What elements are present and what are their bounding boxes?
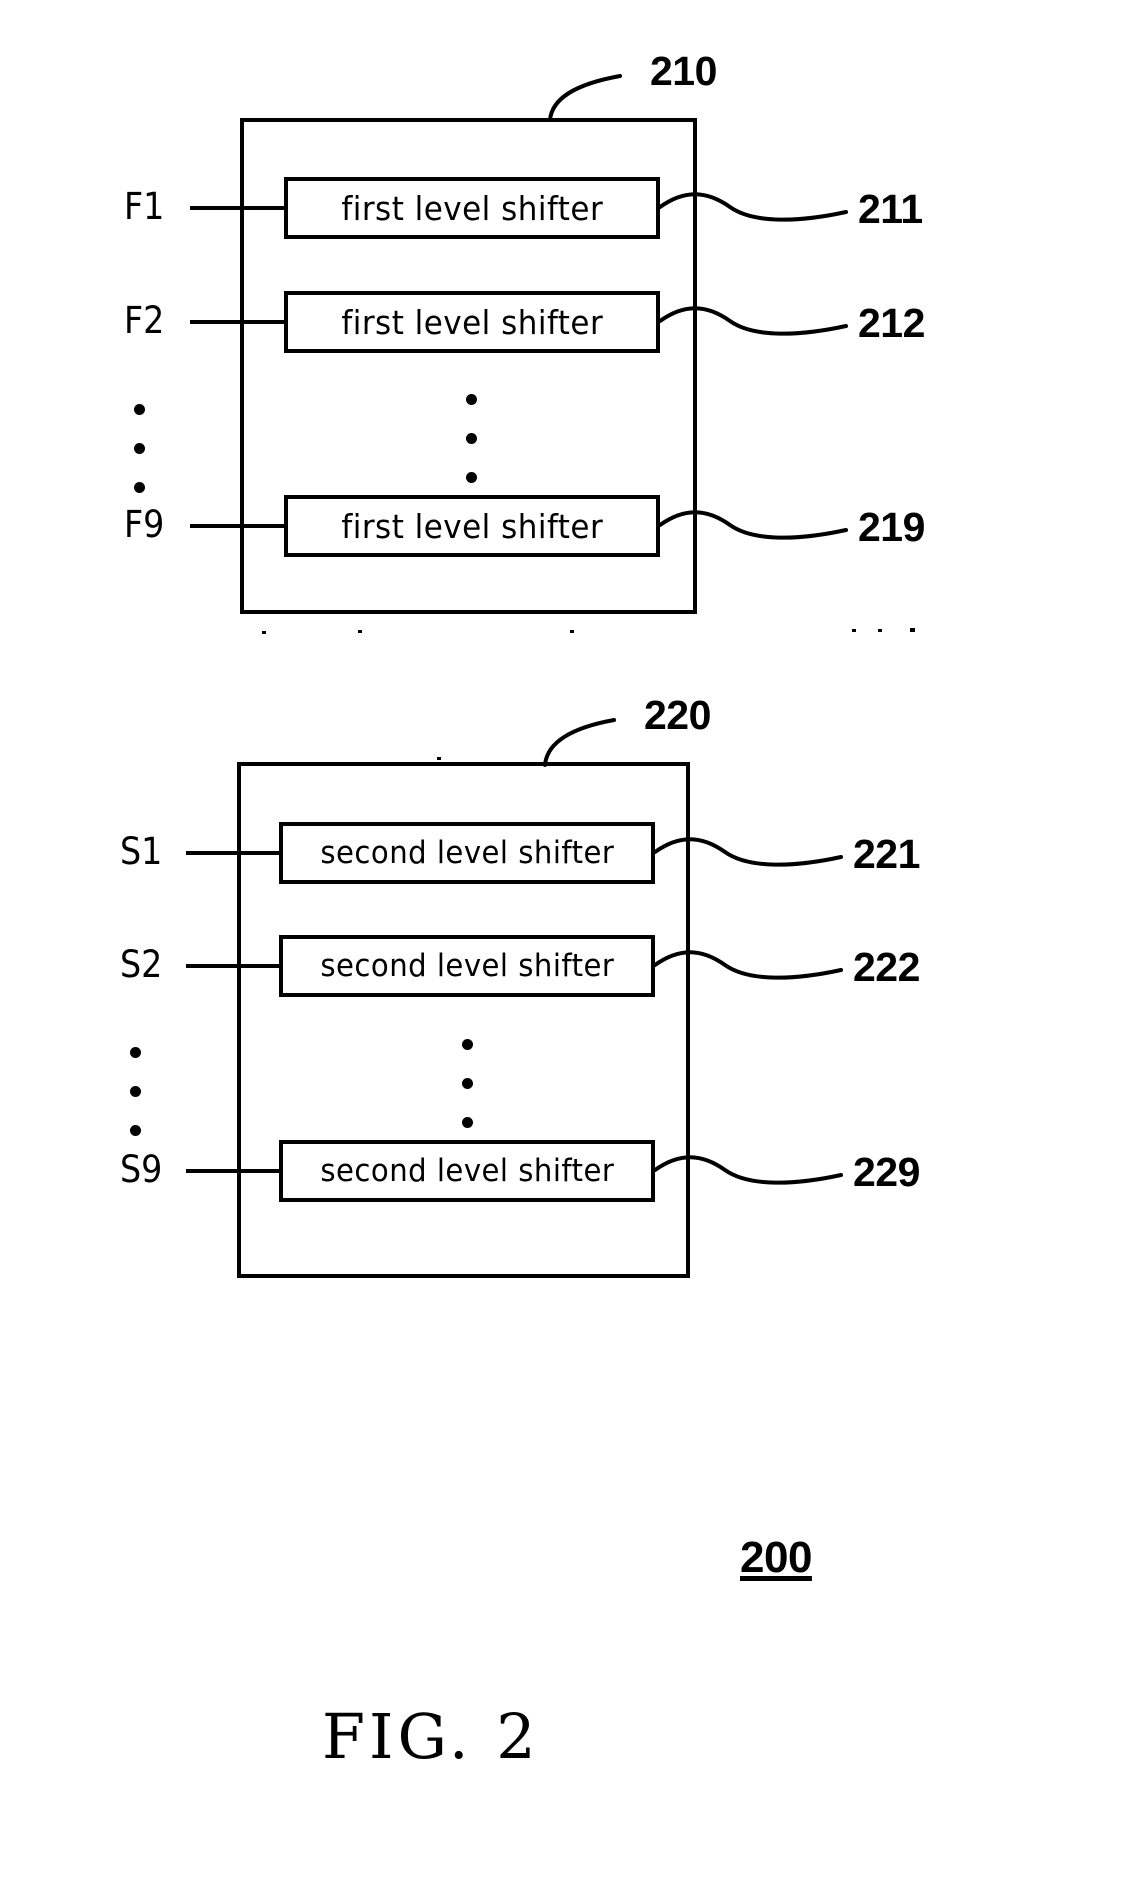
figure-caption: FIG. 2 — [322, 1700, 540, 1773]
lead-line-f1 — [190, 206, 286, 210]
port-label-s9: S9 — [120, 1148, 163, 1191]
patent-figure-2: 210 F1 first level shifter 211 F2 first … — [0, 0, 1124, 1886]
ellipsis-second-level-shifters — [462, 1025, 473, 1142]
first-level-shifter-9-label: first level shifter — [341, 506, 603, 546]
second-level-shifter-1: second level shifter — [279, 822, 655, 884]
lead-line-f2 — [190, 320, 286, 324]
second-level-shifter-9: second level shifter — [279, 1140, 655, 1202]
scan-speck — [358, 630, 362, 633]
second-level-shifter-1-label: second level shifter — [320, 835, 614, 871]
first-level-shifter-9: first level shifter — [284, 495, 660, 557]
ref-210: 210 — [650, 48, 717, 94]
leader-210 — [548, 74, 622, 122]
ref-229: 229 — [853, 1149, 920, 1195]
ref-211: 211 — [858, 186, 923, 232]
second-level-shifter-2: second level shifter — [279, 935, 655, 997]
second-level-shifter-9-label: second level shifter — [320, 1153, 614, 1189]
scan-speck — [262, 631, 266, 634]
ref-222: 222 — [853, 944, 920, 990]
lead-line-f9 — [190, 524, 286, 528]
port-label-f2: F2 — [124, 299, 165, 342]
ref-221: 221 — [853, 831, 920, 877]
ref-220: 220 — [644, 692, 711, 738]
port-label-f1: F1 — [124, 185, 165, 228]
first-level-shifter-1: first level shifter — [284, 177, 660, 239]
lead-line-s1 — [186, 851, 281, 855]
ellipsis-ports-second — [130, 1033, 141, 1150]
ref-219: 219 — [858, 504, 925, 550]
port-label-f9: F9 — [124, 503, 165, 546]
ellipsis-first-level-shifters — [466, 380, 477, 497]
first-level-shifter-2-label: first level shifter — [341, 302, 603, 342]
port-label-s2: S2 — [120, 943, 163, 986]
second-level-shifter-2-label: second level shifter — [320, 948, 614, 984]
ellipsis-ports-first — [134, 390, 145, 507]
port-label-s1: S1 — [120, 830, 163, 873]
scan-speck — [437, 757, 441, 760]
ref-212: 212 — [858, 300, 925, 346]
scan-speck — [852, 629, 856, 632]
first-level-shifter-2: first level shifter — [284, 291, 660, 353]
lead-line-s9 — [186, 1169, 281, 1173]
ref-200-overall: 200 — [740, 1533, 812, 1582]
scan-speck — [570, 630, 574, 633]
lead-line-s2 — [186, 964, 281, 968]
leader-220 — [543, 718, 616, 767]
scan-speck — [878, 629, 882, 632]
first-level-shifter-1-label: first level shifter — [341, 188, 603, 228]
scan-speck — [910, 628, 915, 632]
